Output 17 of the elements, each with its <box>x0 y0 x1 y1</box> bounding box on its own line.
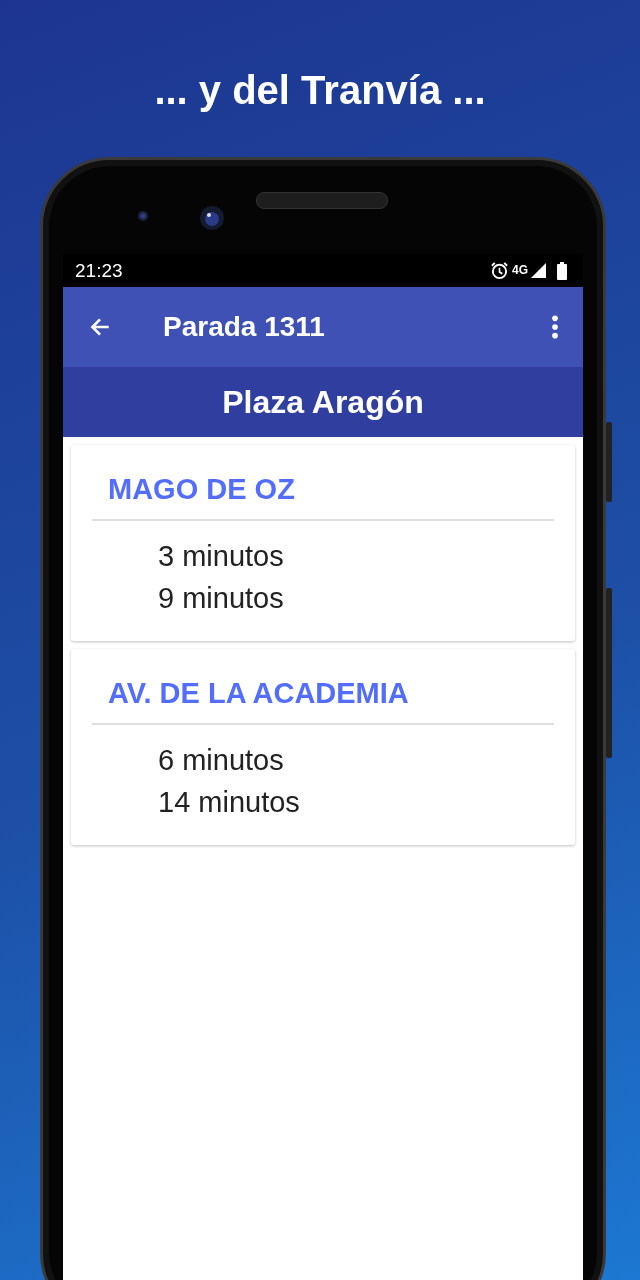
alarm-icon <box>490 261 509 280</box>
network-label: 4G <box>512 263 528 277</box>
more-vertical-icon <box>551 314 559 340</box>
stop-name: Plaza Aragón <box>222 383 424 421</box>
camera-icon <box>199 205 225 231</box>
arrival-time: 9 minutos <box>157 581 285 616</box>
battery-icon <box>557 261 567 280</box>
status-time: 21:23 <box>75 259 123 282</box>
arrival-time: 6 minutos <box>157 743 285 778</box>
signal-icon <box>531 263 546 278</box>
headline: ... y del Tranvía ... <box>154 67 486 114</box>
route-name: MAGO DE OZ <box>107 472 296 507</box>
arrival-time: 14 minutos <box>157 785 301 820</box>
route-name: AV. DE LA ACADEMIA <box>107 676 410 711</box>
camera-icon <box>137 210 149 222</box>
app-bar-title: Parada 1311 <box>163 311 326 343</box>
arrival-time: 3 minutos <box>157 539 285 574</box>
